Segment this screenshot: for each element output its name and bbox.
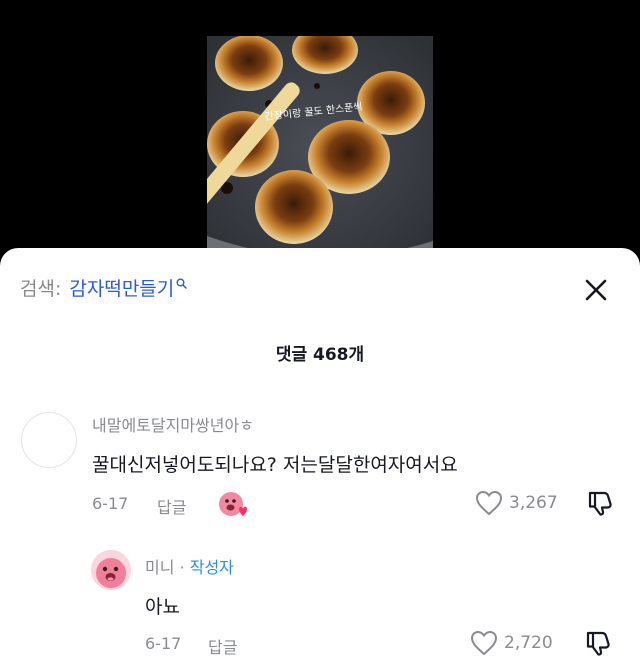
comment-username[interactable]: 미니 — [145, 558, 174, 577]
avatar[interactable] — [91, 550, 131, 590]
dislike-button[interactable] — [584, 629, 612, 657]
reply-comment-item: 미니 · 작성자 아뇨 6-17 답글 2,720 — [0, 248, 640, 668]
author-badge: 작성자 — [189, 558, 234, 577]
comment-text: 아뇨 — [145, 596, 180, 618]
comments-sheet: 검색: 감자떡만들기 댓글 468개 내말에토달지마쌍년아ㅎ 꿀대신저넣어도되나… — [0, 248, 640, 668]
comment-username-row: 미니 · 작성자 — [145, 554, 234, 578]
heart-icon — [470, 630, 498, 656]
comment-date: 6-17 — [145, 634, 182, 653]
like-button[interactable]: 2,720 — [470, 630, 553, 656]
thumbs-down-icon — [586, 631, 610, 656]
reply-button[interactable]: 답글 — [208, 634, 237, 658]
video-image: 간장이랑 꿀도 한스푼씩 — [207, 36, 433, 258]
like-count: 2,720 — [504, 633, 553, 653]
username-separator: · — [174, 558, 190, 577]
video-area: 간장이랑 꿀도 한스푼씩 — [0, 0, 640, 258]
avatar-image — [91, 550, 131, 590]
video-thumbnail[interactable]: 간장이랑 꿀도 한스푼씩 — [207, 36, 433, 258]
